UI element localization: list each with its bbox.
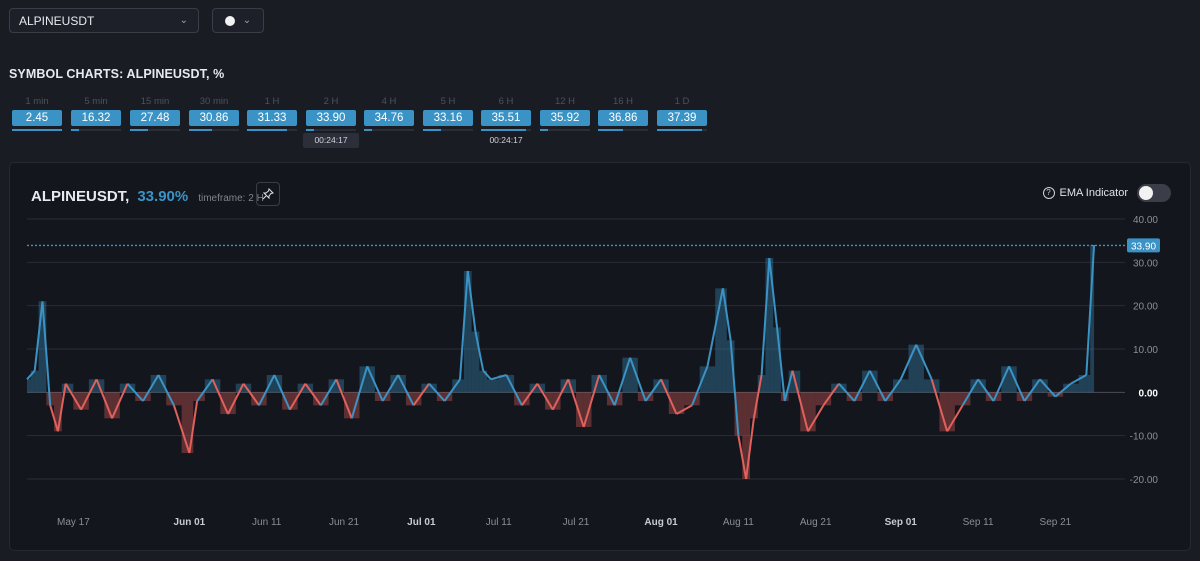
series-area xyxy=(471,331,476,393)
series-area xyxy=(773,327,778,393)
x-tick-label: Jul 01 xyxy=(407,517,436,528)
series-area xyxy=(193,392,198,401)
series-area xyxy=(1070,383,1079,393)
series-area xyxy=(487,379,491,393)
x-tick-label: Aug 01 xyxy=(644,517,678,528)
y-tick-label: 20.00 xyxy=(1133,302,1158,313)
y-tick-label: 30.00 xyxy=(1133,258,1158,269)
y-tick-label: -20.00 xyxy=(1130,475,1159,486)
x-tick-label: Aug 21 xyxy=(800,517,832,528)
series-area xyxy=(923,379,932,393)
x-tick-label: Sep 21 xyxy=(1040,517,1072,528)
y-tick-label: 0.00 xyxy=(1139,388,1159,399)
series-area xyxy=(738,392,743,436)
x-tick-label: May 17 xyxy=(57,517,90,528)
x-tick-label: Jul 21 xyxy=(563,517,590,528)
x-tick-label: Jun 01 xyxy=(174,517,206,528)
series-area xyxy=(726,340,731,393)
chart-canvas: 40.00 30.00 20.00 10.00 0.00 -10.00 -20.00 May … xyxy=(26,215,1160,528)
y-tick-label: 40.00 xyxy=(1133,215,1158,226)
y-tick-label: -10.00 xyxy=(1130,432,1159,443)
y-tick-label: 10.00 xyxy=(1133,345,1158,356)
x-tick-label: Jul 11 xyxy=(486,517,512,528)
x-tick-label: Aug 11 xyxy=(723,517,754,528)
series-area xyxy=(749,392,754,419)
series-area xyxy=(684,392,692,406)
series-area xyxy=(27,379,31,393)
x-tick-label: Sep 11 xyxy=(963,517,994,528)
series-area xyxy=(954,392,963,406)
series-area xyxy=(173,392,182,406)
series-area xyxy=(761,375,766,393)
series-area xyxy=(707,366,716,393)
series-area xyxy=(1086,375,1091,393)
current-value-label: 33.90 xyxy=(1131,241,1156,252)
series-area xyxy=(34,370,39,393)
x-tick-label: Jun 21 xyxy=(329,517,359,528)
x-tick-label: Jun 11 xyxy=(252,517,282,528)
series-area xyxy=(490,379,499,393)
series-area xyxy=(900,379,909,393)
x-tick-label: Sep 01 xyxy=(885,517,918,528)
series-area xyxy=(815,392,824,406)
series-area xyxy=(479,370,484,393)
series-area xyxy=(460,379,464,393)
